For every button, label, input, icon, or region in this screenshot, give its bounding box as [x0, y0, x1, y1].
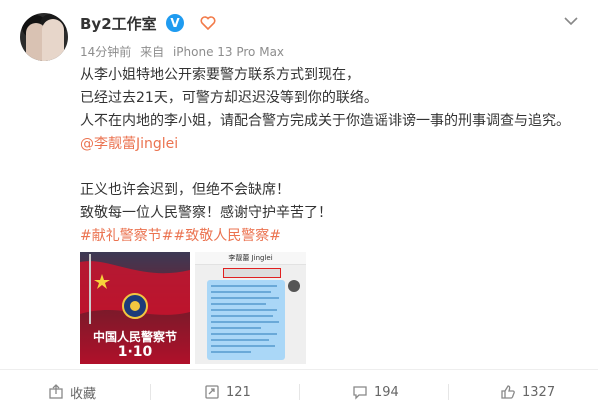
- post-text-line-1: 从李小姐特地公开索要警方联系方式到现在，: [80, 67, 360, 83]
- follow-heart-icon[interactable]: [200, 16, 216, 30]
- comment-button[interactable]: 194: [352, 380, 399, 404]
- post-text-line-2: 已经过去21天，可警方却迟迟没等到你的联络。: [80, 90, 378, 106]
- post-text-line-6: 致敬每一位人民警察！感谢守护辛苦了！: [80, 205, 332, 221]
- favorite-label: 收藏: [70, 386, 97, 402]
- comment-count: 194: [374, 384, 399, 400]
- repost-button[interactable]: 121: [204, 380, 251, 404]
- post-text-line-3: 人不在内地的李小姐，请配合警方完成关于你造谣诽谤一事的刑事调查与追究。: [80, 113, 570, 129]
- chevron-down-icon[interactable]: [564, 16, 578, 26]
- poster-title: 中国人民警察节: [92, 330, 177, 344]
- repost-count: 121: [226, 384, 251, 400]
- post-text-line-5: 正义也许会迟到，但绝不会缺席！: [80, 182, 290, 198]
- share-icon: [49, 384, 63, 399]
- action-separator: [150, 384, 151, 400]
- author-name[interactable]: By2工作室: [80, 13, 157, 34]
- action-separator: [299, 384, 300, 400]
- post-time[interactable]: 14分钟前: [80, 45, 131, 59]
- comment-icon: [353, 386, 367, 400]
- like-button[interactable]: 1327: [500, 380, 555, 404]
- mention-link[interactable]: @李靓蕾Jinglei: [80, 134, 178, 154]
- avatar[interactable]: [20, 13, 68, 61]
- repost-icon: [205, 385, 219, 399]
- like-count: 1327: [522, 384, 556, 400]
- poster-date: 1·10: [117, 344, 153, 360]
- source-prefix: 来自: [140, 45, 165, 59]
- thumbs-up-icon: [501, 385, 515, 399]
- hashtag-links[interactable]: #献礼警察节##致敬人民警察#: [80, 226, 281, 246]
- action-separator: [448, 384, 449, 400]
- verified-badge-icon: V: [166, 14, 184, 32]
- source-device: iPhone 13 Pro Max: [172, 45, 285, 59]
- post-meta: 14分钟前 来自 iPhone 13 Pro Max: [80, 43, 289, 60]
- actions-divider: [0, 369, 598, 370]
- police-day-poster-image[interactable]: 中国人民警察节 1·10: [80, 252, 190, 364]
- favorite-button[interactable]: 收藏: [48, 380, 96, 404]
- chat-header-title: 李靓蕾 Jinglei: [228, 254, 273, 262]
- chat-screenshot-image[interactable]: 李靓蕾 Jinglei: [195, 252, 306, 364]
